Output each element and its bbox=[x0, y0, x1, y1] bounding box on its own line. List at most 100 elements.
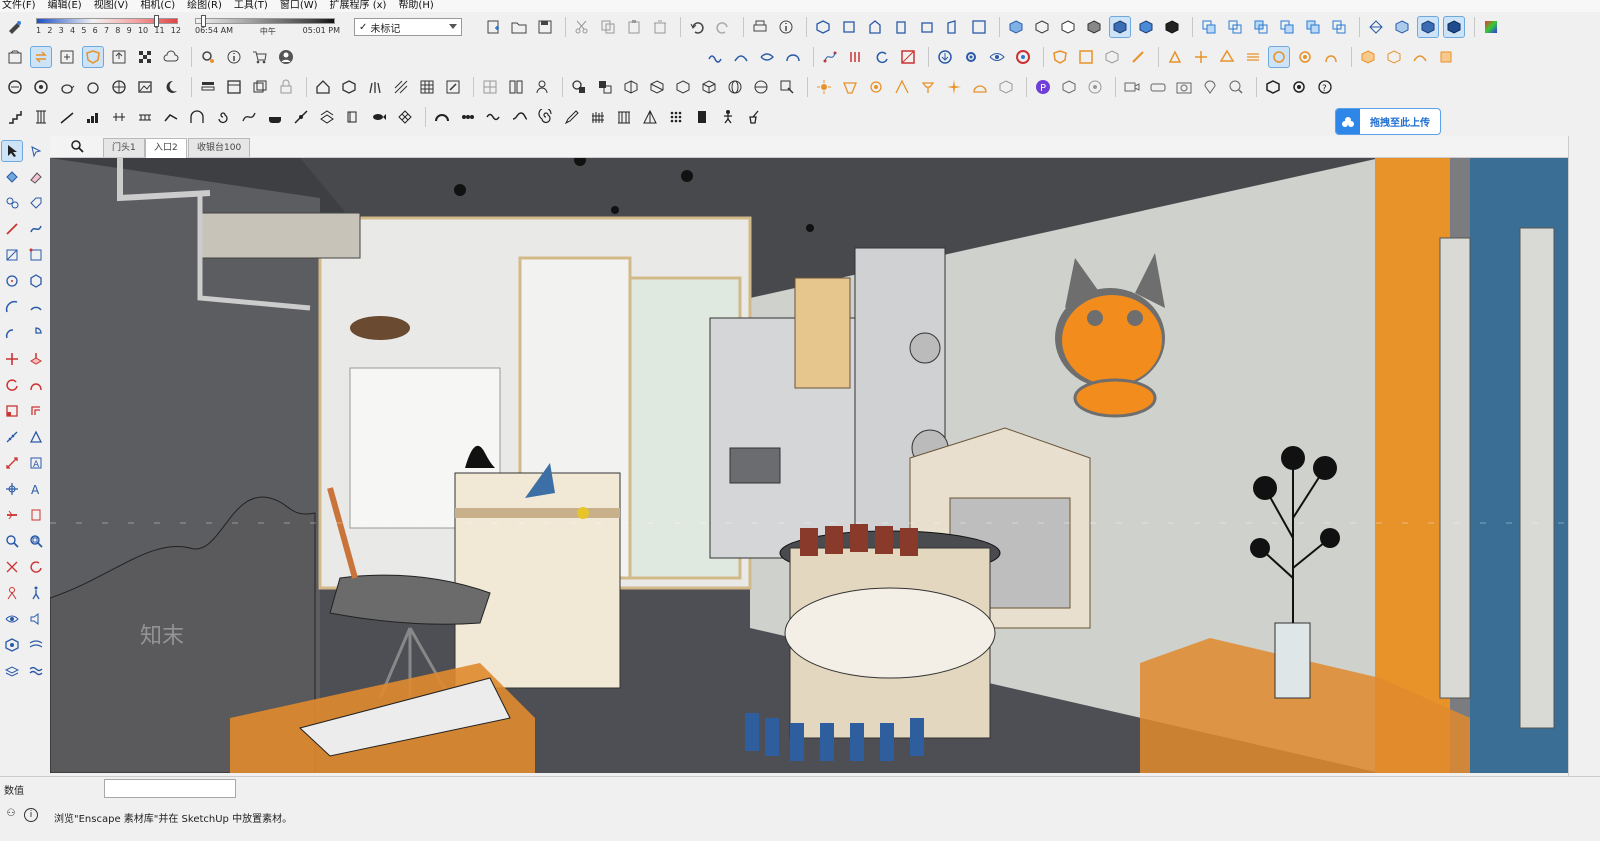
rotate-tool-icon[interactable] bbox=[1, 374, 23, 396]
mesh-icon[interactable] bbox=[1101, 46, 1123, 68]
component-e-icon[interactable] bbox=[1302, 16, 1324, 38]
frame-icon[interactable] bbox=[505, 76, 527, 98]
select-arrow-icon[interactable] bbox=[1, 140, 23, 162]
arc-3pt-icon[interactable] bbox=[1, 322, 23, 344]
new-file-icon[interactable] bbox=[482, 16, 504, 38]
pillars-icon[interactable] bbox=[613, 106, 635, 128]
shopping-cart-icon[interactable] bbox=[249, 46, 271, 68]
box-outline-a-icon[interactable] bbox=[1058, 76, 1080, 98]
lock-icon[interactable] bbox=[275, 76, 297, 98]
orange-tool-j-icon[interactable] bbox=[1320, 46, 1342, 68]
section-fill-icon[interactable] bbox=[1443, 16, 1465, 38]
save-icon[interactable] bbox=[534, 16, 556, 38]
shapes-b-icon[interactable] bbox=[594, 76, 616, 98]
component-f-icon[interactable] bbox=[1328, 16, 1350, 38]
curve-loft-icon[interactable] bbox=[730, 46, 752, 68]
picture-icon[interactable] bbox=[134, 76, 156, 98]
tag-tool-icon[interactable] bbox=[25, 192, 47, 214]
triangle-split-icon[interactable] bbox=[639, 106, 661, 128]
erase-icon[interactable] bbox=[649, 16, 671, 38]
menu-edit[interactable]: 编辑(E) bbox=[48, 0, 82, 12]
tab-cashier[interactable]: 收银台100 bbox=[188, 138, 251, 157]
sweep-icon[interactable] bbox=[782, 46, 804, 68]
sound-icon[interactable] bbox=[25, 608, 47, 630]
section-tool-b-icon[interactable] bbox=[25, 504, 47, 526]
sandbox-b-icon[interactable] bbox=[25, 634, 47, 656]
fish-icon[interactable] bbox=[368, 106, 390, 128]
box-solid-icon[interactable] bbox=[1262, 76, 1284, 98]
wave-line-icon[interactable] bbox=[483, 106, 505, 128]
menu-draw[interactable]: 绘图(R) bbox=[187, 0, 222, 12]
section-tool-icon[interactable] bbox=[1, 504, 23, 526]
broom-icon[interactable] bbox=[743, 106, 765, 128]
pie-tool-icon[interactable] bbox=[25, 322, 47, 344]
plugin-p-icon[interactable]: P bbox=[1032, 76, 1054, 98]
sparkle-icon[interactable] bbox=[943, 76, 965, 98]
loft-icon[interactable] bbox=[704, 46, 726, 68]
light-sun-icon[interactable] bbox=[813, 76, 835, 98]
ramp-icon[interactable] bbox=[56, 106, 78, 128]
left-view-icon[interactable] bbox=[942, 16, 964, 38]
arch-icon[interactable] bbox=[186, 106, 208, 128]
look-around-icon[interactable] bbox=[1, 608, 23, 630]
menu-file[interactable]: 文件(F) bbox=[2, 0, 36, 12]
monochrome-style-icon[interactable] bbox=[1135, 16, 1157, 38]
plane-stack-icon[interactable] bbox=[316, 106, 338, 128]
hidden-line-style-icon[interactable] bbox=[1057, 16, 1079, 38]
textured-style-icon[interactable] bbox=[1109, 16, 1131, 38]
extension-settings-icon[interactable] bbox=[197, 46, 219, 68]
bottom-view-icon[interactable] bbox=[968, 16, 990, 38]
axes-tool-icon[interactable] bbox=[1, 478, 23, 500]
dots-grid-icon[interactable] bbox=[479, 76, 501, 98]
bezier-icon[interactable] bbox=[819, 46, 841, 68]
tape-measure-icon[interactable] bbox=[1, 426, 23, 448]
eraser-icon[interactable] bbox=[25, 166, 47, 188]
offset-tool-icon[interactable] bbox=[25, 400, 47, 422]
map-pin-icon[interactable] bbox=[1199, 76, 1221, 98]
vr-icon[interactable] bbox=[1147, 76, 1169, 98]
teapot-b-icon[interactable] bbox=[82, 76, 104, 98]
angle-light-icon[interactable] bbox=[891, 76, 913, 98]
fillet-icon[interactable] bbox=[30, 76, 52, 98]
paste-icon[interactable] bbox=[623, 16, 645, 38]
section-plane-icon[interactable] bbox=[1365, 16, 1387, 38]
hatch-icon[interactable] bbox=[390, 76, 412, 98]
cloud-upload-icon[interactable] bbox=[160, 46, 182, 68]
color-palette-icon[interactable] bbox=[1480, 16, 1502, 38]
knot-icon[interactable] bbox=[238, 106, 260, 128]
gear-icon[interactable] bbox=[960, 46, 982, 68]
shaded-style-icon[interactable] bbox=[1083, 16, 1105, 38]
user-account-icon[interactable] bbox=[275, 46, 297, 68]
right-view-icon[interactable] bbox=[890, 16, 912, 38]
rotated-rect-icon[interactable] bbox=[25, 244, 47, 266]
cube-d-icon[interactable] bbox=[698, 76, 720, 98]
open-folder-icon[interactable] bbox=[508, 16, 530, 38]
menu-camera[interactable]: 相机(C) bbox=[140, 0, 175, 12]
globe-icon[interactable] bbox=[108, 76, 130, 98]
geo-location-icon[interactable]: ⚇ bbox=[4, 808, 18, 822]
round-corner-icon[interactable] bbox=[4, 76, 26, 98]
book-stack-icon[interactable] bbox=[342, 106, 364, 128]
copy-icon[interactable] bbox=[597, 16, 619, 38]
pen-write-icon[interactable] bbox=[561, 106, 583, 128]
grass-icon[interactable] bbox=[364, 76, 386, 98]
sphere-grid-icon[interactable] bbox=[724, 76, 746, 98]
weld-icon[interactable] bbox=[108, 106, 130, 128]
export-icon[interactable] bbox=[108, 46, 130, 68]
dot-matrix-icon[interactable] bbox=[665, 106, 687, 128]
bend-icon[interactable] bbox=[160, 106, 182, 128]
ies-light-icon[interactable] bbox=[865, 76, 887, 98]
flower-gear-icon[interactable] bbox=[1288, 76, 1310, 98]
model-viewport[interactable]: 知末 bbox=[50, 158, 1568, 773]
dome-icon[interactable] bbox=[969, 76, 991, 98]
move-camera-icon[interactable] bbox=[56, 46, 78, 68]
arc-wall-icon[interactable] bbox=[431, 106, 453, 128]
redo-icon[interactable] bbox=[712, 16, 734, 38]
back-view-icon[interactable] bbox=[916, 16, 938, 38]
user-pin-icon[interactable] bbox=[531, 76, 553, 98]
paint-bucket-icon[interactable] bbox=[1, 166, 23, 188]
line-tool-icon[interactable] bbox=[1, 218, 23, 240]
cube-b-icon[interactable] bbox=[646, 76, 668, 98]
push-pull-icon[interactable] bbox=[25, 348, 47, 370]
bar-steps-icon[interactable] bbox=[82, 106, 104, 128]
